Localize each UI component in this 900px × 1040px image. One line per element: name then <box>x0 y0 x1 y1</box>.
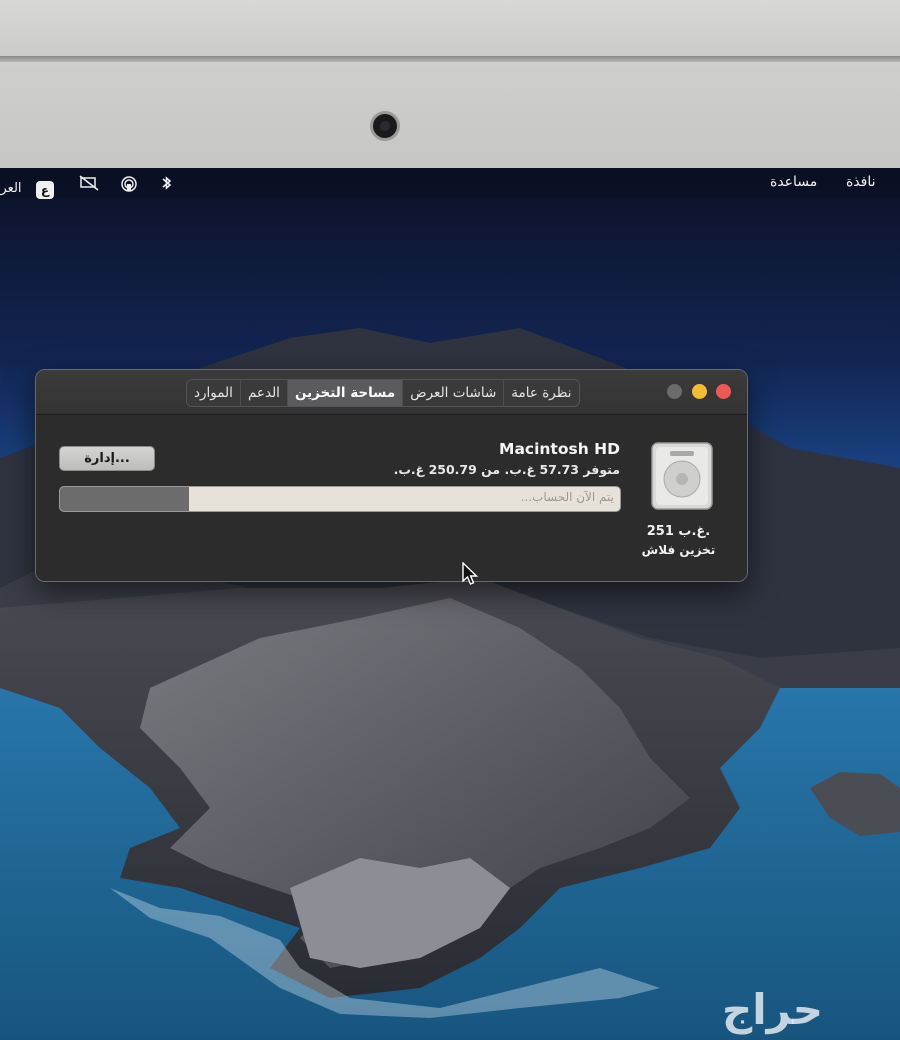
airplay-muted-icon[interactable] <box>79 174 99 192</box>
disk-name: Macintosh HD <box>499 440 620 458</box>
menu-bar: نافذة مساعدة ع العربية <box>0 168 900 199</box>
disk-availability: متوفر 57.73 غ.ب. من 250.79 غ.ب. <box>393 462 620 477</box>
tab-bar: الموارد الدعم مساحة التخزين شاشات العرض … <box>186 379 580 407</box>
storage-usage-bar: يتم الآن الحساب... <box>59 486 621 512</box>
storage-panel: 251 غ.ب. تخزين فلاش Macintosh HD متوفر 5… <box>36 415 747 581</box>
tab-overview[interactable]: نظرة عامة <box>503 380 578 406</box>
menu-help[interactable]: مساعدة <box>770 174 817 190</box>
hard-drive-icon <box>651 442 713 510</box>
tab-displays[interactable]: شاشات العرض <box>402 380 503 406</box>
catalina-wallpaper <box>0 328 900 1040</box>
laptop-bezel <box>0 0 900 168</box>
tab-storage[interactable]: مساحة التخزين <box>286 380 403 406</box>
disk-capacity: 251 غ.ب. <box>646 524 711 539</box>
webcam <box>373 114 397 138</box>
input-source-badge[interactable]: ع <box>36 181 54 199</box>
airdrop-icon[interactable] <box>119 174 137 192</box>
desktop-screen: نافذة مساعدة ع العربية <box>0 168 900 1040</box>
tab-support[interactable]: الدعم <box>239 380 287 406</box>
close-button[interactable] <box>716 384 731 399</box>
storage-used-fill <box>60 487 189 511</box>
haraj-watermark: حراج <box>722 985 824 1034</box>
about-this-mac-window: الموارد الدعم مساحة التخزين شاشات العرض … <box>35 369 748 582</box>
bezel-lower <box>0 62 900 168</box>
disk-type: تخزين فلاش <box>641 543 716 557</box>
minimize-button[interactable] <box>692 384 707 399</box>
zoom-button[interactable] <box>667 384 682 399</box>
input-source-label[interactable]: العربية <box>0 181 22 196</box>
window-titlebar[interactable]: الموارد الدعم مساحة التخزين شاشات العرض … <box>36 370 747 415</box>
bluetooth-icon[interactable] <box>158 174 176 192</box>
tab-resources[interactable]: الموارد <box>187 380 240 406</box>
storage-calculating-label: يتم الآن الحساب... <box>520 490 614 504</box>
menu-window[interactable]: نافذة <box>846 174 876 190</box>
manage-button[interactable]: إدارة... <box>59 446 155 471</box>
mouse-cursor <box>462 562 479 585</box>
